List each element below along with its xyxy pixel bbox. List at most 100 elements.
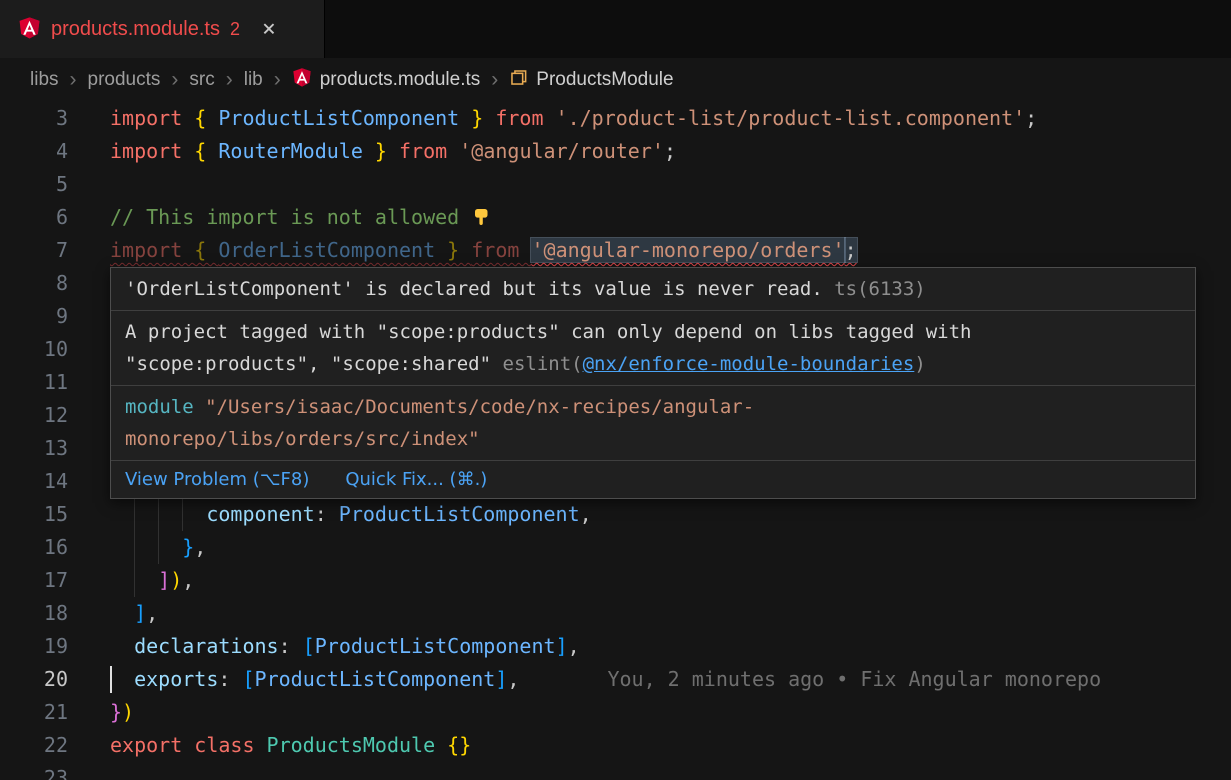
view-problem-action[interactable]: View Problem (⌥F8): [125, 469, 309, 490]
code-token: {: [194, 106, 218, 130]
code-line[interactable]: 17 ]),: [0, 564, 1231, 597]
code-content: export class ProductsModule {}: [110, 729, 1231, 762]
line-number[interactable]: 8: [0, 267, 68, 300]
code-token: declarations: [134, 634, 279, 658]
code-content: exports: [ProductListComponent],You, 2 m…: [110, 663, 1231, 696]
hover-text: module: [125, 396, 205, 418]
line-number[interactable]: 9: [0, 300, 68, 333]
code-token: :: [218, 667, 242, 691]
code-content: [110, 168, 1231, 201]
code-content: ],: [110, 597, 1231, 630]
line-number[interactable]: 14: [0, 465, 68, 498]
quick-fix-action[interactable]: Quick Fix... (⌘.): [345, 469, 487, 490]
breadcrumb-item-libs[interactable]: libs: [30, 69, 59, 91]
indent-guide-icon: [134, 564, 135, 597]
indent-guide-icon: [134, 498, 135, 531]
hover-actions: View Problem (⌥F8) Quick Fix... (⌘.): [111, 460, 1195, 498]
code-token: ;: [664, 139, 676, 163]
code-token: OrderListComponent: [218, 238, 435, 262]
code-line[interactable]: 4import { RouterModule } from '@angular/…: [0, 135, 1231, 168]
code-token: {: [194, 139, 218, 163]
code-token: :: [279, 634, 303, 658]
code-token: :: [315, 502, 339, 526]
hover-diagnostics-widget: 'OrderListComponent' is declared but its…: [110, 267, 1196, 499]
code-line[interactable]: 19 declarations: [ProductListComponent],: [0, 630, 1231, 663]
code-content: import { ProductListComponent } from './…: [110, 102, 1231, 135]
hover-text: ): [914, 353, 925, 375]
line-number[interactable]: 19: [0, 630, 68, 663]
code-line[interactable]: 5: [0, 168, 1231, 201]
code-token: from: [495, 106, 555, 130]
line-number[interactable]: 23: [0, 762, 68, 780]
code-token: from: [399, 139, 459, 163]
nx-enforce-module-boundaries-link[interactable]: @nx/enforce-module-boundaries: [583, 353, 915, 375]
chevron-right-icon: ›: [171, 68, 178, 92]
breadcrumb-item-products[interactable]: products: [88, 69, 161, 91]
code-token: }: [363, 139, 399, 163]
breadcrumb-item-symbol[interactable]: ProductsModule: [509, 68, 673, 93]
code-line[interactable]: 6// This import is not allowed: [0, 201, 1231, 234]
code-token: }: [110, 700, 122, 724]
code-line[interactable]: 21}): [0, 696, 1231, 729]
hover-text: 'OrderListComponent' is declared but its…: [125, 278, 823, 300]
code-line[interactable]: 18 ],: [0, 597, 1231, 630]
code-token: [110, 667, 134, 691]
code-token: ]: [556, 634, 568, 658]
code-token: import: [110, 139, 194, 163]
code-token: ;: [1025, 106, 1037, 130]
code-line[interactable]: 15 component: ProductListComponent,: [0, 498, 1231, 531]
chevron-right-icon: ›: [226, 68, 233, 92]
line-number[interactable]: 10: [0, 333, 68, 366]
code-line[interactable]: 22 export class ProductsModule {}: [0, 729, 1231, 762]
code-line[interactable]: 16 },: [0, 531, 1231, 564]
chevron-right-icon: ›: [70, 68, 77, 92]
code-token: ProductListComponent: [218, 106, 459, 130]
line-number[interactable]: 5: [0, 168, 68, 201]
code-token: [435, 733, 447, 757]
code-token: [: [303, 634, 315, 658]
line-number[interactable]: 15: [0, 498, 68, 531]
breadcrumb-item-lib[interactable]: lib: [244, 69, 263, 91]
code-token: ,: [580, 502, 592, 526]
tab-title: products.module.ts: [51, 18, 220, 41]
hover-text: eslint(: [503, 353, 583, 375]
tab-products-module[interactable]: products.module.ts 2 ×: [0, 0, 325, 58]
code-line[interactable]: 7 import { OrderListComponent } from '@an…: [0, 234, 1231, 267]
line-number[interactable]: 22: [0, 729, 68, 762]
line-number[interactable]: 3: [0, 102, 68, 135]
line-number[interactable]: 4: [0, 135, 68, 168]
code-line[interactable]: 23: [0, 762, 1231, 780]
line-number[interactable]: 11: [0, 366, 68, 399]
code-token: {}: [447, 733, 471, 757]
line-number[interactable]: 13: [0, 432, 68, 465]
code-content: },: [110, 531, 1231, 564]
angular-icon: [292, 67, 312, 93]
line-number[interactable]: 7: [0, 234, 68, 267]
code-content: import { OrderListComponent } from '@ang…: [110, 234, 1231, 267]
line-number[interactable]: 18: [0, 597, 68, 630]
line-number[interactable]: 16: [0, 531, 68, 564]
line-number[interactable]: 20: [0, 663, 68, 696]
hover-text: ts(6133): [823, 278, 926, 300]
editor: 3 import { ProductListComponent } from '.…: [0, 102, 1231, 780]
breadcrumb-symbol-label: ProductsModule: [536, 69, 673, 91]
code-token: RouterModule: [218, 139, 363, 163]
line-number[interactable]: 17: [0, 564, 68, 597]
code-line[interactable]: 3 import { ProductListComponent } from '.…: [0, 102, 1231, 135]
line-number[interactable]: 21: [0, 696, 68, 729]
code-content: ]),: [110, 564, 1231, 597]
code-token: ]: [134, 601, 146, 625]
line-number[interactable]: 12: [0, 399, 68, 432]
code-token: ]: [495, 667, 507, 691]
code-token: ,: [194, 535, 206, 559]
code-token: '@angular-monorepo/orders': [531, 238, 844, 262]
code-content: }): [110, 696, 1231, 729]
breadcrumb-item-src[interactable]: src: [189, 69, 214, 91]
close-icon[interactable]: ×: [262, 18, 276, 41]
code-token: export: [110, 733, 194, 757]
line-number[interactable]: 6: [0, 201, 68, 234]
code-line[interactable]: 20 exports: [ProductListComponent],You, …: [0, 663, 1231, 696]
breadcrumb-item-file[interactable]: products.module.ts: [292, 67, 481, 93]
indent-guide-icon: [158, 531, 159, 564]
pointing-down-emoji-icon: [471, 204, 491, 237]
